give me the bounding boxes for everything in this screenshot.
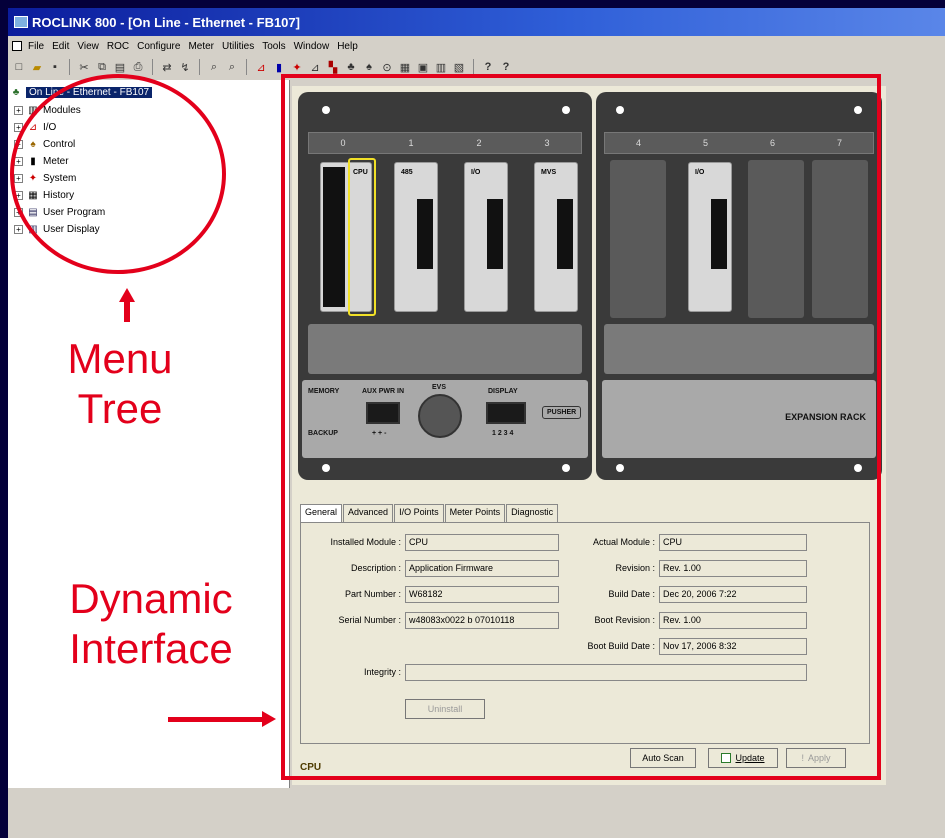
config-icon[interactable]: ♣ — [344, 60, 358, 74]
menu-utilities[interactable]: Utilities — [222, 41, 254, 52]
document-icon[interactable] — [12, 41, 22, 51]
status-bar — [8, 788, 945, 838]
open-icon[interactable]: ▰ — [30, 60, 44, 74]
menu-edit[interactable]: Edit — [52, 41, 69, 52]
menu-tools[interactable]: Tools — [262, 41, 285, 52]
display-icon[interactable]: ▚ — [326, 60, 340, 74]
monitor-icon[interactable]: ▣ — [416, 60, 430, 74]
context-help-icon[interactable]: ? — [499, 60, 513, 74]
arrow-right-icon — [262, 711, 276, 727]
dynamic-annotation-line1: Dynamic — [69, 575, 233, 622]
menu-meter[interactable]: Meter — [188, 41, 214, 52]
toolbar-separator — [199, 59, 200, 75]
meter-icon[interactable]: ▮ — [272, 60, 286, 74]
io-icon[interactable]: ⊿ — [254, 60, 268, 74]
paste-icon[interactable]: ▤ — [113, 60, 127, 74]
window-title: ROCLINK 800 - [On Line - Ethernet - FB10… — [32, 14, 300, 30]
toolbar-separator — [152, 59, 153, 75]
find-icon[interactable]: ⌕ — [225, 60, 239, 74]
disconnect-icon[interactable]: ↯ — [178, 60, 192, 74]
arrow-up-shaft — [124, 300, 130, 322]
dynamic-annotation-line2: Interface — [69, 625, 233, 672]
expand-icon[interactable]: + — [14, 224, 23, 234]
menu-tree-annotation: Menu Tree — [20, 334, 220, 434]
help-icon[interactable]: ? — [481, 60, 495, 74]
menu-tree-highlight-circle — [10, 74, 226, 274]
clock-icon[interactable]: ⊙ — [380, 60, 394, 74]
dynamic-interface-highlight-box — [281, 74, 881, 780]
network-icon: ♣ — [12, 86, 20, 98]
toolbar-separator — [69, 59, 70, 75]
menu-configure[interactable]: Configure — [137, 41, 180, 52]
zoom-icon[interactable]: ⌕ — [207, 60, 221, 74]
expand-icon[interactable]: + — [14, 105, 23, 115]
dynamic-interface-annotation: Dynamic Interface — [26, 574, 276, 674]
control-icon[interactable]: ⊿ — [308, 60, 322, 74]
report-icon[interactable]: ▦ — [398, 60, 412, 74]
cut-icon[interactable]: ✂ — [77, 60, 91, 74]
history-icon[interactable]: ✦ — [290, 60, 304, 74]
menu-help[interactable]: Help — [337, 41, 358, 52]
menu-view[interactable]: View — [77, 41, 99, 52]
trend-icon[interactable]: ▧ — [452, 60, 466, 74]
save-icon[interactable]: ▪ — [48, 60, 62, 74]
connect-icon[interactable]: ⇄ — [160, 60, 174, 74]
app-icon — [14, 16, 28, 28]
menu-tree-annotation-line1: Menu — [67, 335, 173, 382]
new-icon[interactable]: □ — [12, 60, 26, 74]
arrow-right-shaft — [168, 717, 264, 722]
menu-tree-annotation-line2: Tree — [77, 385, 163, 432]
menu-roc[interactable]: ROC — [107, 41, 129, 52]
chart-icon[interactable]: ▥ — [434, 60, 448, 74]
copy-icon[interactable]: ⧉ — [95, 60, 109, 74]
security-icon[interactable]: ♠ — [362, 60, 376, 74]
toolbar-separator — [473, 59, 474, 75]
menu-file[interactable]: File — [28, 41, 44, 52]
print-icon[interactable]: ⎙ — [131, 60, 145, 74]
menu-window[interactable]: Window — [294, 41, 330, 52]
toolbar-separator — [246, 59, 247, 75]
title-bar: ROCLINK 800 - [On Line - Ethernet - FB10… — [8, 8, 945, 36]
menu-bar: File Edit View ROC Configure Meter Utili… — [8, 36, 945, 56]
